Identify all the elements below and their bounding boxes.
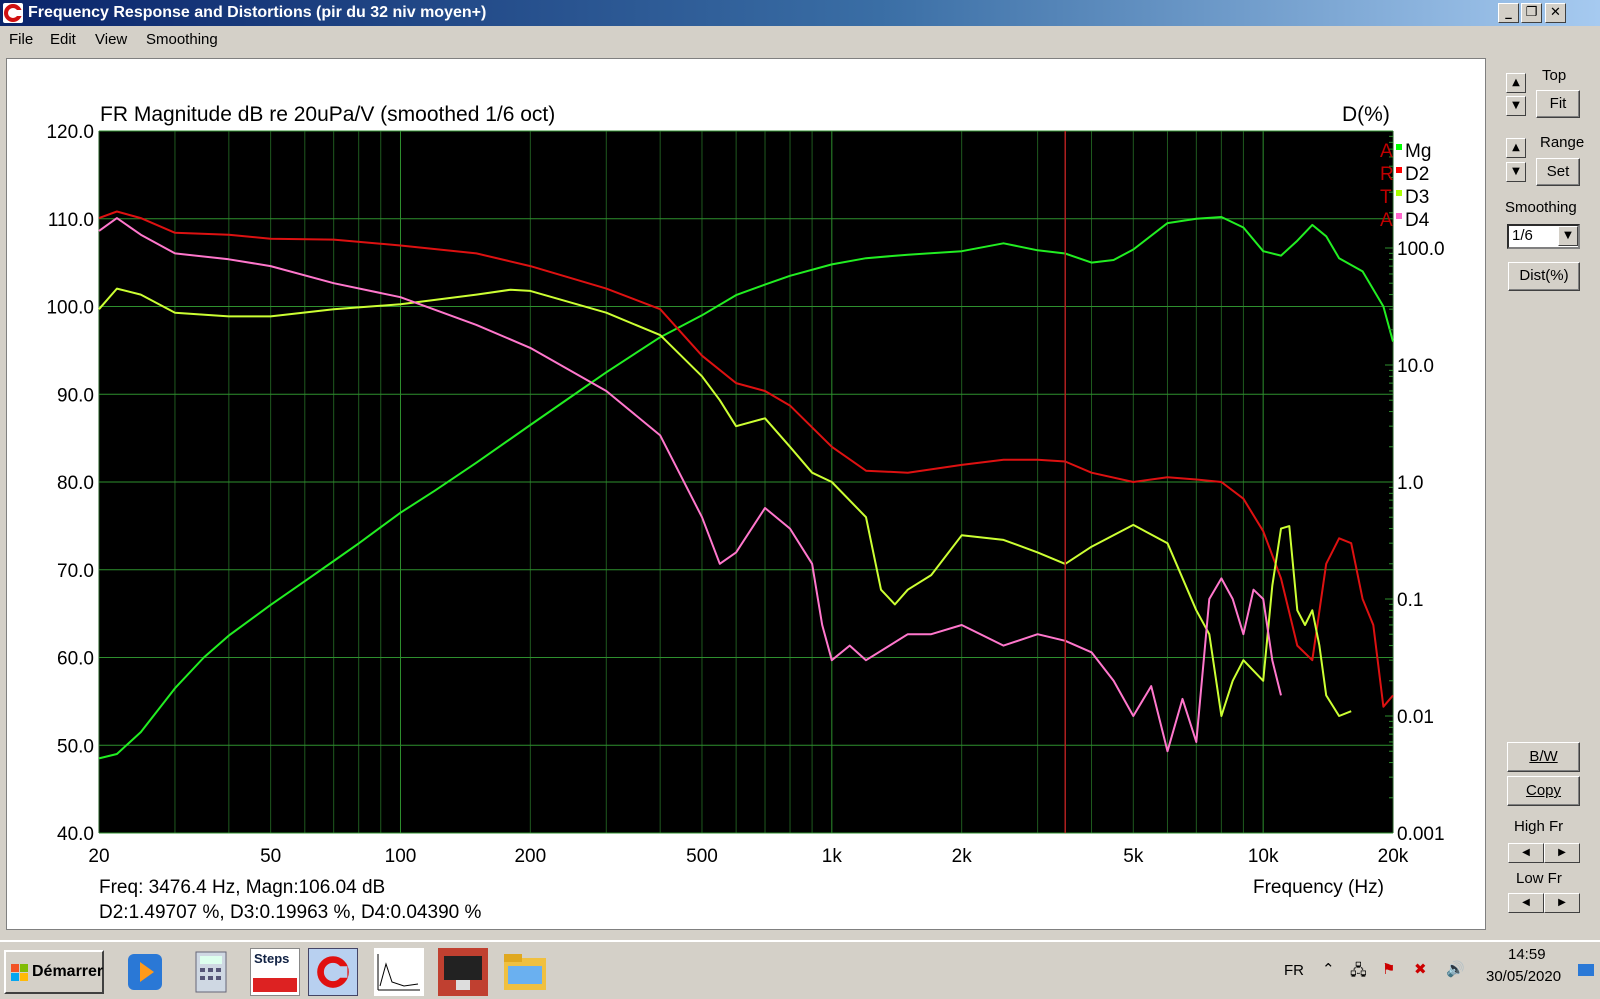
calculator-icon[interactable]: [186, 948, 236, 996]
readout-line2: D2:1.49707 %, D3:0.19963 %, D4:0.04390 %: [99, 902, 481, 923]
taskbar: Démarrer Steps FR ⌃ 🖧 ⚑ ✖ 🔊 14:59 30/05/…: [0, 940, 1600, 999]
rew-app-icon[interactable]: [308, 948, 358, 996]
y-tick-label: 80.0: [57, 473, 94, 494]
x-tick-label: 10k: [1248, 846, 1279, 867]
dist-percent-button[interactable]: Dist(%): [1508, 262, 1580, 291]
x-tick-label: 200: [514, 846, 546, 867]
y2-tick-label: 0.001: [1397, 824, 1445, 845]
range-label: Range: [1540, 134, 1585, 151]
copy-button[interactable]: Copy: [1507, 776, 1580, 806]
chevron-down-icon[interactable]: ▼: [1558, 226, 1578, 246]
smoothing-label: Smoothing: [1505, 199, 1577, 216]
legend-swatch-d2: [1396, 167, 1402, 173]
range-down-arrow[interactable]: ▼: [1506, 162, 1526, 182]
steps-label: Steps: [254, 951, 290, 966]
y-tick-label: 50.0: [57, 736, 94, 757]
smoothing-value: 1/6: [1512, 227, 1533, 244]
y-tick-label: 100.0: [46, 298, 94, 319]
x-tick-label: 2k: [952, 846, 973, 867]
legend-label: D2: [1405, 164, 1429, 185]
x-axis-label: Frequency (Hz): [1253, 877, 1384, 898]
x-tick-label: 20: [88, 846, 109, 867]
impedance-app-icon[interactable]: [374, 948, 424, 996]
high-fr-label: High Fr: [1514, 818, 1564, 835]
x-tick-label: 5k: [1123, 846, 1144, 867]
legend-label: Mg: [1405, 141, 1431, 162]
fit-button[interactable]: Fit: [1536, 90, 1580, 118]
chart-title: FR Magnitude dB re 20uPa/V (smoothed 1/6…: [100, 103, 555, 126]
y-tick-label: 110.0: [48, 210, 94, 231]
legend-label: D4: [1405, 210, 1430, 231]
x-tick-label: 20k: [1378, 846, 1409, 867]
show-hidden-icons-icon[interactable]: ⌃: [1322, 960, 1335, 978]
start-label: Démarrer: [32, 963, 104, 980]
y-tick-label: 60.0: [57, 649, 94, 670]
x-tick-label: 500: [686, 846, 718, 867]
low-fr-right-arrow[interactable]: ▶: [1544, 893, 1580, 913]
frequency-response-chart[interactable]: FR Magnitude dB re 20uPa/V (smoothed 1/6…: [0, 0, 1600, 940]
y2-tick-label: 100.0: [1397, 239, 1445, 260]
y-tick-label: 90.0: [57, 385, 94, 406]
y2-tick-label: 1.0: [1397, 473, 1423, 494]
show-desktop-icon[interactable]: [1578, 964, 1594, 976]
steps-app-icon[interactable]: Steps: [250, 948, 300, 996]
high-fr-right-arrow[interactable]: ▶: [1544, 843, 1580, 863]
power-icon[interactable]: ✖: [1414, 960, 1427, 978]
range-up-arrow[interactable]: ▲: [1506, 138, 1526, 158]
set-button[interactable]: Set: [1536, 158, 1580, 186]
legend-swatch-d3: [1396, 190, 1402, 196]
legend-flag: A: [1380, 141, 1393, 162]
audio-tool-icon[interactable]: [438, 948, 488, 996]
low-fr-label: Low Fr: [1516, 870, 1562, 887]
legend-swatch-mg: [1396, 144, 1402, 150]
network-icon[interactable]: 🖧: [1350, 960, 1367, 985]
smoothing-select[interactable]: 1/6 ▼: [1507, 224, 1580, 249]
y2-tick-label: 0.1: [1397, 590, 1423, 611]
readout-line1: Freq: 3476.4 Hz, Magn:106.04 dB: [99, 877, 385, 898]
y2-tick-label: 10.0: [1397, 356, 1434, 377]
x-tick-label: 1k: [822, 846, 843, 867]
clock-date[interactable]: 30/05/2020: [1486, 968, 1561, 985]
right-axis-title: D(%): [1342, 103, 1390, 126]
legend-flag: A: [1380, 210, 1393, 231]
y-tick-label: 40.0: [57, 824, 94, 845]
y-tick-label: 120.0: [46, 122, 94, 143]
high-fr-left-arrow[interactable]: ◀: [1508, 843, 1544, 863]
y2-tick-label: 0.01: [1397, 707, 1434, 728]
clock-time[interactable]: 14:59: [1508, 946, 1546, 963]
low-fr-left-arrow[interactable]: ◀: [1508, 893, 1544, 913]
legend-swatch-d4: [1396, 213, 1402, 219]
action-center-icon[interactable]: ⚑: [1382, 960, 1395, 978]
bw-button[interactable]: B/W: [1507, 742, 1580, 772]
y-tick-label: 70.0: [57, 561, 94, 582]
volume-icon[interactable]: 🔊: [1446, 960, 1465, 978]
legend-flag: T: [1380, 187, 1392, 208]
top-up-arrow[interactable]: ▲: [1506, 73, 1526, 93]
start-button[interactable]: Démarrer: [4, 950, 104, 994]
top-label: Top: [1542, 67, 1567, 84]
language-indicator[interactable]: FR: [1284, 962, 1304, 979]
folder-icon[interactable]: [500, 948, 550, 996]
x-tick-label: 50: [260, 846, 281, 867]
legend-flag: R: [1380, 164, 1394, 185]
windows-logo-icon: [11, 964, 28, 981]
legend-label: D3: [1405, 187, 1429, 208]
steps-graph-icon: [253, 978, 297, 992]
x-tick-label: 100: [385, 846, 417, 867]
top-down-arrow[interactable]: ▼: [1506, 96, 1526, 116]
media-player-icon[interactable]: [120, 948, 170, 996]
